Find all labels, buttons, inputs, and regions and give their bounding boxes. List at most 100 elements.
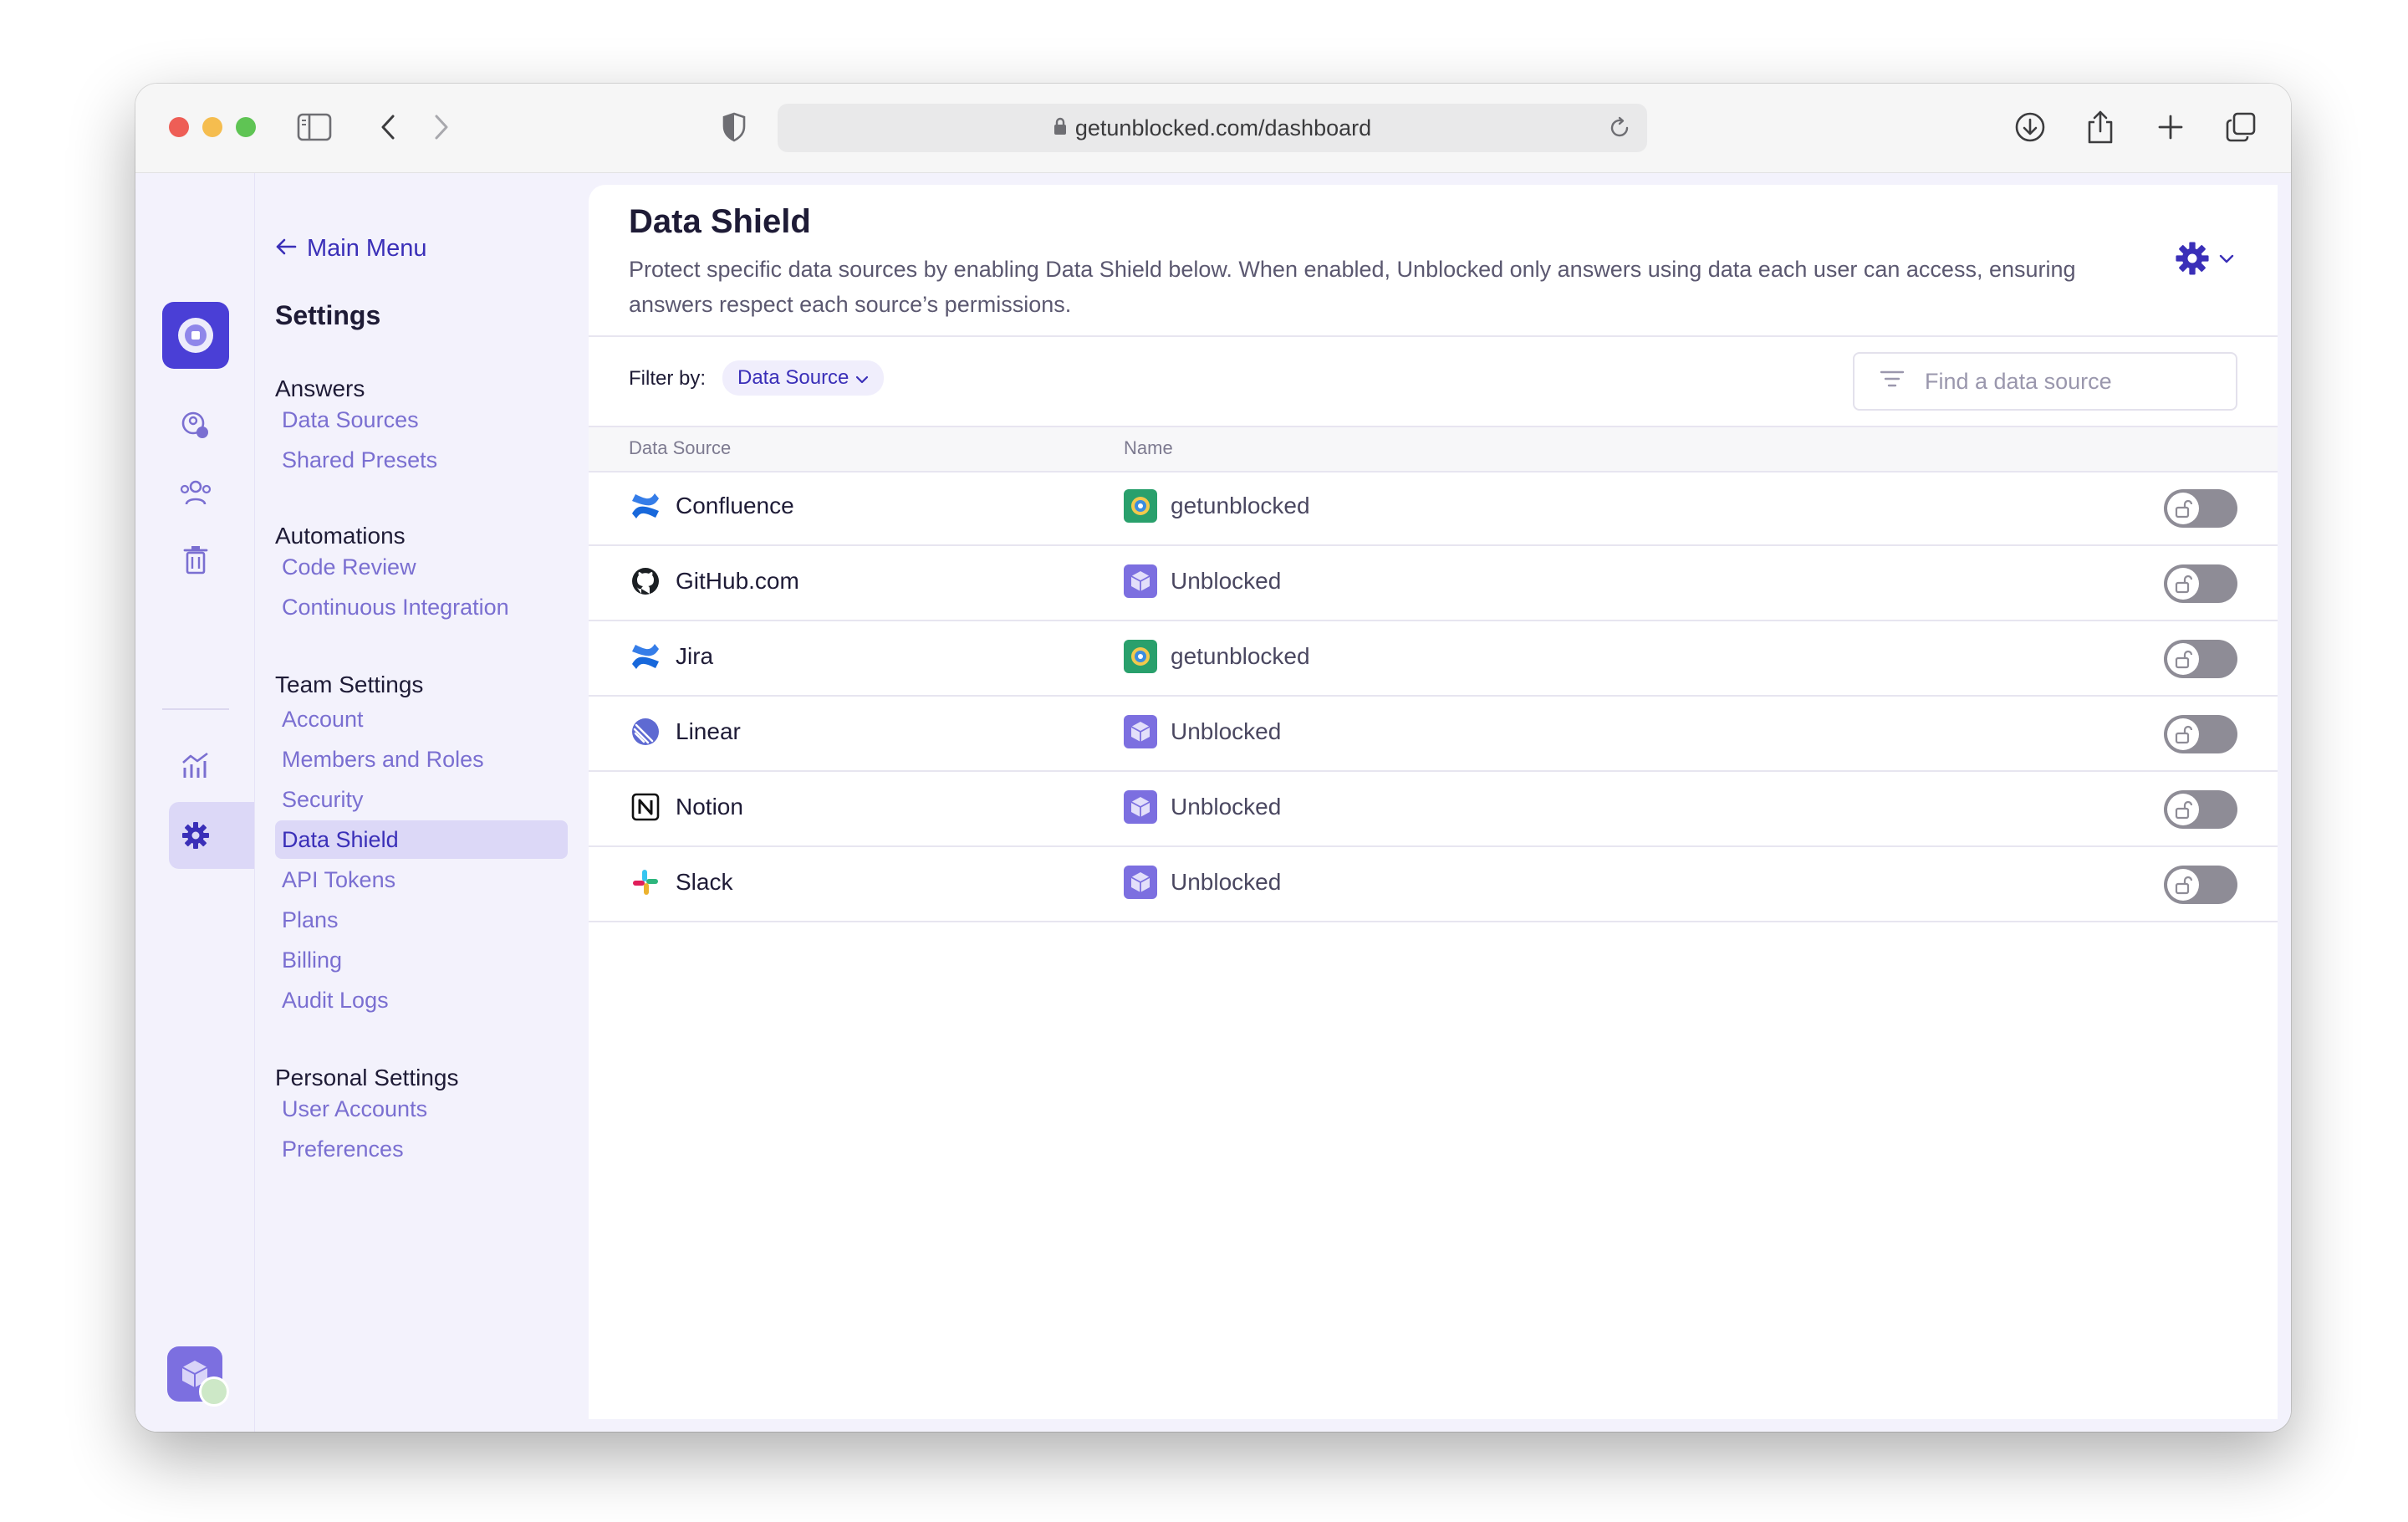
sidebar-item-members-and-roles[interactable]: Members and Roles: [275, 740, 568, 779]
nav-group-personal-settings: Personal Settings: [275, 1065, 459, 1090]
table-row: Jira getunblocked: [589, 621, 2278, 697]
name-cell: getunblocked: [1124, 489, 1310, 523]
account-name: getunblocked: [1171, 643, 1310, 669]
unlock-icon: [2167, 643, 2199, 675]
sidebar-item-user-accounts[interactable]: User Accounts: [275, 1090, 568, 1128]
notion-icon: [629, 790, 662, 824]
team-avatar-icon: [1124, 640, 1157, 673]
page-title: Data Shield: [629, 203, 811, 240]
sidebar-item-api-tokens[interactable]: API Tokens: [275, 861, 568, 899]
rail-divider: [162, 708, 229, 710]
table-row: Confluence getunblocked: [589, 471, 2278, 546]
unlock-icon: [2167, 493, 2199, 524]
share-icon[interactable]: [2080, 107, 2120, 147]
sidebar-item-audit-logs[interactable]: Audit Logs: [275, 981, 568, 1019]
table-header: Data Source Name: [589, 426, 2278, 472]
back-arrow-icon[interactable]: [368, 107, 408, 147]
data-source-cell: Notion: [629, 790, 743, 824]
settings-heading: Settings: [275, 300, 381, 330]
user-avatar[interactable]: [167, 1346, 229, 1407]
url-text: getunblocked.com/dashboard: [1074, 115, 1372, 140]
unlock-icon: [2167, 794, 2199, 825]
sidebar-toggle-icon[interactable]: [294, 107, 334, 147]
org-avatar-icon: [1124, 715, 1157, 748]
data-source-name: Confluence: [676, 493, 794, 518]
team-avatar-icon: [1124, 489, 1157, 523]
nav-group-automations: Automations: [275, 523, 406, 549]
unlock-icon: [2167, 568, 2199, 600]
unlock-icon: [2167, 718, 2199, 750]
chat-people-icon[interactable]: [169, 399, 222, 452]
org-avatar-icon: [1124, 790, 1157, 824]
user-presence-avatar: [199, 1376, 229, 1407]
main-menu-label: Main Menu: [307, 235, 427, 262]
privacy-shield-icon[interactable]: [714, 107, 754, 147]
column-header-data-source: Data Source: [629, 437, 732, 458]
github-icon: [629, 564, 662, 598]
data-shield-toggle[interactable]: [2164, 640, 2237, 678]
data-source-name: Slack: [676, 869, 733, 895]
jira-icon: [629, 640, 662, 673]
name-cell: getunblocked: [1124, 640, 1310, 673]
app-area: Main Menu Settings Answers Data Sources …: [135, 173, 2291, 1432]
sidebar-item-data-shield[interactable]: Data Shield: [275, 820, 568, 859]
data-source-search-input[interactable]: [1923, 367, 2211, 396]
trash-icon[interactable]: [169, 533, 222, 586]
filter-chip-label: Data Source: [737, 366, 849, 389]
data-shield-toggle[interactable]: [2164, 715, 2237, 753]
name-cell: Unblocked: [1124, 790, 1281, 824]
download-icon[interactable]: [2010, 107, 2050, 147]
arrow-left-icon: [275, 235, 297, 263]
table-row: Slack Unblocked: [589, 847, 2278, 922]
table-row: Notion Unblocked: [589, 772, 2278, 847]
minimize-window-button[interactable]: [202, 117, 222, 137]
name-cell: Unblocked: [1124, 866, 1281, 899]
data-shield-toggle[interactable]: [2164, 489, 2237, 528]
nav-group-team-settings: Team Settings: [275, 672, 424, 697]
data-source-cell: GitHub.com: [629, 564, 799, 598]
name-cell: Unblocked: [1124, 715, 1281, 748]
sidebar-item-continuous-integration[interactable]: Continuous Integration: [275, 588, 568, 626]
slack-icon: [629, 866, 662, 899]
new-tab-icon[interactable]: [2150, 107, 2191, 147]
team-members-icon[interactable]: [169, 466, 222, 519]
browser-toolbar: getunblocked.com/dashboard: [135, 84, 2291, 173]
data-source-cell: Jira: [629, 640, 713, 673]
data-source-filter-dropdown[interactable]: Data Source: [722, 360, 885, 396]
maximize-window-button[interactable]: [236, 117, 256, 137]
data-source-cell: Linear: [629, 715, 741, 748]
tab-overview-icon[interactable]: [2221, 107, 2261, 147]
org-avatar-icon: [1124, 866, 1157, 899]
data-source-name: Notion: [676, 794, 743, 820]
data-source-name: Jira: [676, 643, 714, 669]
data-shield-toggle[interactable]: [2164, 564, 2237, 603]
table-row: GitHub.com Unblocked: [589, 546, 2278, 621]
search-field: [1853, 352, 2237, 411]
forward-arrow-icon[interactable]: [421, 107, 462, 147]
page-description: Protect specific data sources by enablin…: [629, 257, 2076, 317]
close-window-button[interactable]: [169, 117, 189, 137]
sidebar-item-shared-presets[interactable]: Shared Presets: [275, 441, 568, 479]
sidebar-item-preferences[interactable]: Preferences: [275, 1130, 568, 1168]
settings-menu-button[interactable]: [2174, 240, 2234, 281]
settings-gear-icon[interactable]: [169, 809, 222, 862]
reload-icon[interactable]: [1607, 115, 1632, 146]
account-name: Unblocked: [1171, 794, 1282, 820]
address-bar[interactable]: getunblocked.com/dashboard: [778, 104, 1647, 152]
table-row: Linear Unblocked: [589, 697, 2278, 772]
data-source-cell: Confluence: [629, 489, 794, 523]
data-shield-toggle[interactable]: [2164, 790, 2237, 829]
gear-icon: [2174, 240, 2211, 281]
data-shield-toggle[interactable]: [2164, 866, 2237, 904]
data-source-name: GitHub.com: [676, 568, 799, 594]
sidebar-item-account[interactable]: Account: [275, 700, 568, 738]
unblocked-logo-icon[interactable]: [162, 302, 229, 369]
sidebar-item-security[interactable]: Security: [275, 780, 568, 819]
sidebar-item-data-sources[interactable]: Data Sources: [275, 401, 568, 439]
account-name: getunblocked: [1171, 493, 1310, 518]
sidebar-item-plans[interactable]: Plans: [275, 901, 568, 939]
sidebar-item-billing[interactable]: Billing: [275, 941, 568, 979]
sidebar-item-code-review[interactable]: Code Review: [275, 548, 568, 586]
analytics-chart-icon[interactable]: [169, 738, 222, 792]
main-menu-link[interactable]: Main Menu: [275, 235, 426, 263]
